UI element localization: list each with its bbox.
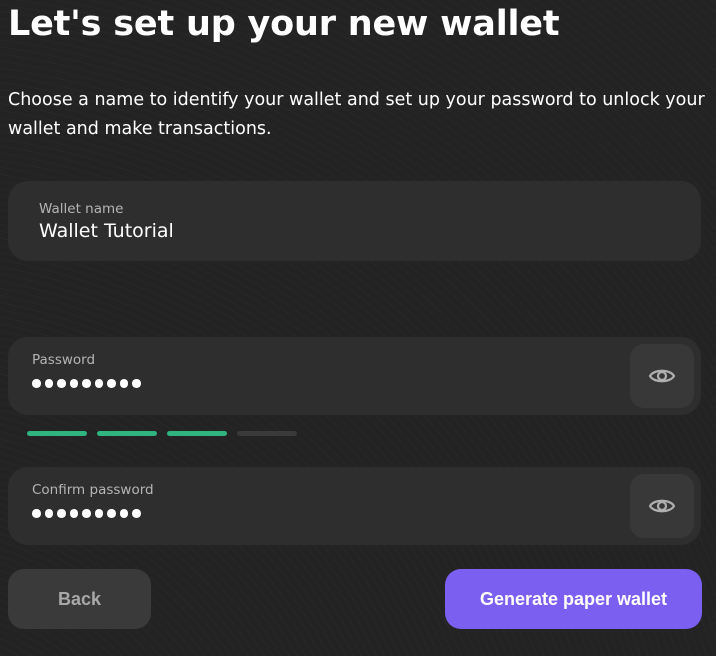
password-dot xyxy=(94,379,103,388)
password-strength-meter xyxy=(27,431,297,436)
password-dot xyxy=(82,379,91,388)
password-dot xyxy=(82,509,91,518)
eye-icon xyxy=(648,499,676,513)
password-dot xyxy=(57,379,66,388)
show-password-button[interactable] xyxy=(630,344,694,408)
wallet-setup-page: Let's set up your new wallet Choose a na… xyxy=(0,0,716,656)
password-dot xyxy=(107,379,116,388)
password-dot xyxy=(32,379,41,388)
confirm-password-label: Confirm password xyxy=(32,482,154,498)
wallet-name-label: Wallet name xyxy=(39,201,124,217)
generate-paper-wallet-button[interactable]: Generate paper wallet xyxy=(445,569,702,629)
password-dot xyxy=(32,509,41,518)
strength-segment xyxy=(237,431,297,436)
password-dot xyxy=(132,509,141,518)
strength-segment xyxy=(97,431,157,436)
wallet-name-field[interactable]: Wallet name Wallet Tutorial xyxy=(8,181,701,261)
back-button[interactable]: Back xyxy=(8,569,151,629)
page-subtitle: Choose a name to identify your wallet an… xyxy=(8,90,705,139)
eye-icon xyxy=(648,369,676,383)
confirm-password-field[interactable]: Confirm password xyxy=(8,467,701,545)
password-label: Password xyxy=(32,352,96,368)
show-confirm-password-button[interactable] xyxy=(630,474,694,538)
password-dot xyxy=(69,379,78,388)
password-input[interactable] xyxy=(32,379,141,388)
strength-segment xyxy=(27,431,87,436)
password-dot xyxy=(132,379,141,388)
password-dot xyxy=(44,509,53,518)
wallet-name-input[interactable]: Wallet Tutorial xyxy=(39,220,174,242)
confirm-password-input[interactable] xyxy=(32,509,141,518)
password-dot xyxy=(94,509,103,518)
password-dot xyxy=(107,509,116,518)
password-dot xyxy=(57,509,66,518)
strength-segment xyxy=(167,431,227,436)
password-dot xyxy=(119,379,128,388)
password-dot xyxy=(119,509,128,518)
page-title: Let's set up your new wallet xyxy=(8,4,560,44)
password-dot xyxy=(44,379,53,388)
password-field[interactable]: Password xyxy=(8,337,701,415)
password-dot xyxy=(69,509,78,518)
